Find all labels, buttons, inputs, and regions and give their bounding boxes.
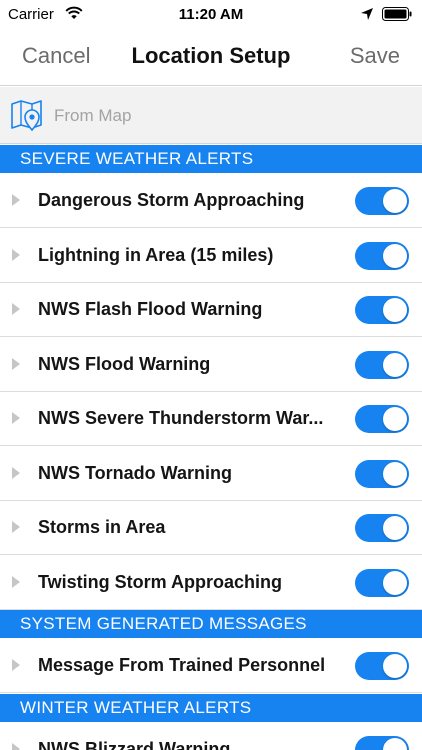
- alert-label: Lightning in Area (15 miles): [38, 245, 274, 265]
- alert-toggle[interactable]: [355, 569, 409, 597]
- disclosure-triangle-icon[interactable]: [11, 193, 21, 207]
- alert-toggle[interactable]: [355, 652, 409, 680]
- disclosure-triangle-icon[interactable]: [11, 248, 21, 262]
- alert-label: Dangerous Storm Approaching: [38, 190, 305, 210]
- disclosure-triangle-icon[interactable]: [11, 520, 21, 534]
- section-header-winter-weather: WINTER WEATHER ALERTS: [0, 694, 422, 722]
- alert-row[interactable]: Lightning in Area (15 miles): [0, 229, 422, 283]
- alert-label: Storms in Area: [38, 517, 166, 537]
- map-pin-icon: [11, 100, 42, 132]
- disclosure-triangle-icon[interactable]: [11, 575, 21, 589]
- alert-label: NWS Severe Thunderstorm War...: [38, 408, 324, 428]
- toggle-knob: [383, 298, 407, 322]
- disclosure-triangle-icon[interactable]: [11, 658, 21, 672]
- alert-row[interactable]: Twisting Storm Approaching: [0, 556, 422, 610]
- location-arrow-icon: [361, 8, 373, 20]
- navigation-bar: Cancel Location Setup Save: [0, 30, 422, 86]
- alert-toggle[interactable]: [355, 296, 409, 324]
- disclosure-triangle-icon[interactable]: [11, 357, 21, 371]
- alert-toggle[interactable]: [355, 405, 409, 433]
- disclosure-triangle-icon[interactable]: [11, 302, 21, 316]
- toggle-knob: [383, 407, 407, 431]
- alert-label: NWS Flood Warning: [38, 354, 211, 374]
- disclosure-triangle-icon[interactable]: [11, 466, 21, 480]
- toggle-knob: [383, 516, 407, 540]
- alert-toggle[interactable]: [355, 514, 409, 542]
- from-map-label: From Map: [54, 106, 132, 125]
- toggle-knob: [383, 654, 407, 678]
- toggle-knob: [383, 244, 407, 268]
- alert-row[interactable]: NWS Blizzard Warning: [0, 723, 422, 750]
- toggle-knob: [383, 738, 407, 750]
- alert-toggle[interactable]: [355, 460, 409, 488]
- disclosure-triangle-icon[interactable]: [11, 411, 21, 425]
- alert-toggle[interactable]: [355, 736, 409, 750]
- alert-label: Message From Trained Personnel: [38, 655, 326, 675]
- alert-toggle[interactable]: [355, 351, 409, 379]
- save-button[interactable]: Save: [350, 43, 400, 69]
- toggle-knob: [383, 189, 407, 213]
- disclosure-triangle-icon[interactable]: [11, 742, 21, 750]
- alert-row[interactable]: Dangerous Storm Approaching: [0, 174, 422, 228]
- alert-row[interactable]: NWS Flash Flood Warning: [0, 283, 422, 337]
- alert-toggle[interactable]: [355, 242, 409, 270]
- status-bar: Carrier 11:20 AM: [0, 0, 422, 30]
- alert-row[interactable]: Storms in Area: [0, 501, 422, 555]
- alert-row[interactable]: NWS Severe Thunderstorm War...: [0, 392, 422, 446]
- alert-row[interactable]: NWS Tornado Warning: [0, 447, 422, 501]
- toggle-knob: [383, 571, 407, 595]
- alert-label: Twisting Storm Approaching: [38, 572, 282, 592]
- alert-toggle[interactable]: [355, 187, 409, 215]
- toggle-knob: [383, 353, 407, 377]
- section-header-severe-weather: SEVERE WEATHER ALERTS: [0, 145, 422, 173]
- section-header-system-messages: SYSTEM GENERATED MESSAGES: [0, 610, 422, 638]
- from-map-row[interactable]: From Map: [0, 87, 422, 144]
- alert-label: NWS Tornado Warning: [38, 463, 232, 483]
- status-time: 11:20 AM: [178, 6, 244, 23]
- battery-icon: [382, 7, 412, 21]
- alert-row[interactable]: Message From Trained Personnel: [0, 639, 422, 693]
- alert-label: NWS Blizzard Warning: [38, 739, 231, 750]
- alert-row[interactable]: NWS Flood Warning: [0, 338, 422, 392]
- toggle-knob: [383, 462, 407, 486]
- alert-label: NWS Flash Flood Warning: [38, 299, 263, 319]
